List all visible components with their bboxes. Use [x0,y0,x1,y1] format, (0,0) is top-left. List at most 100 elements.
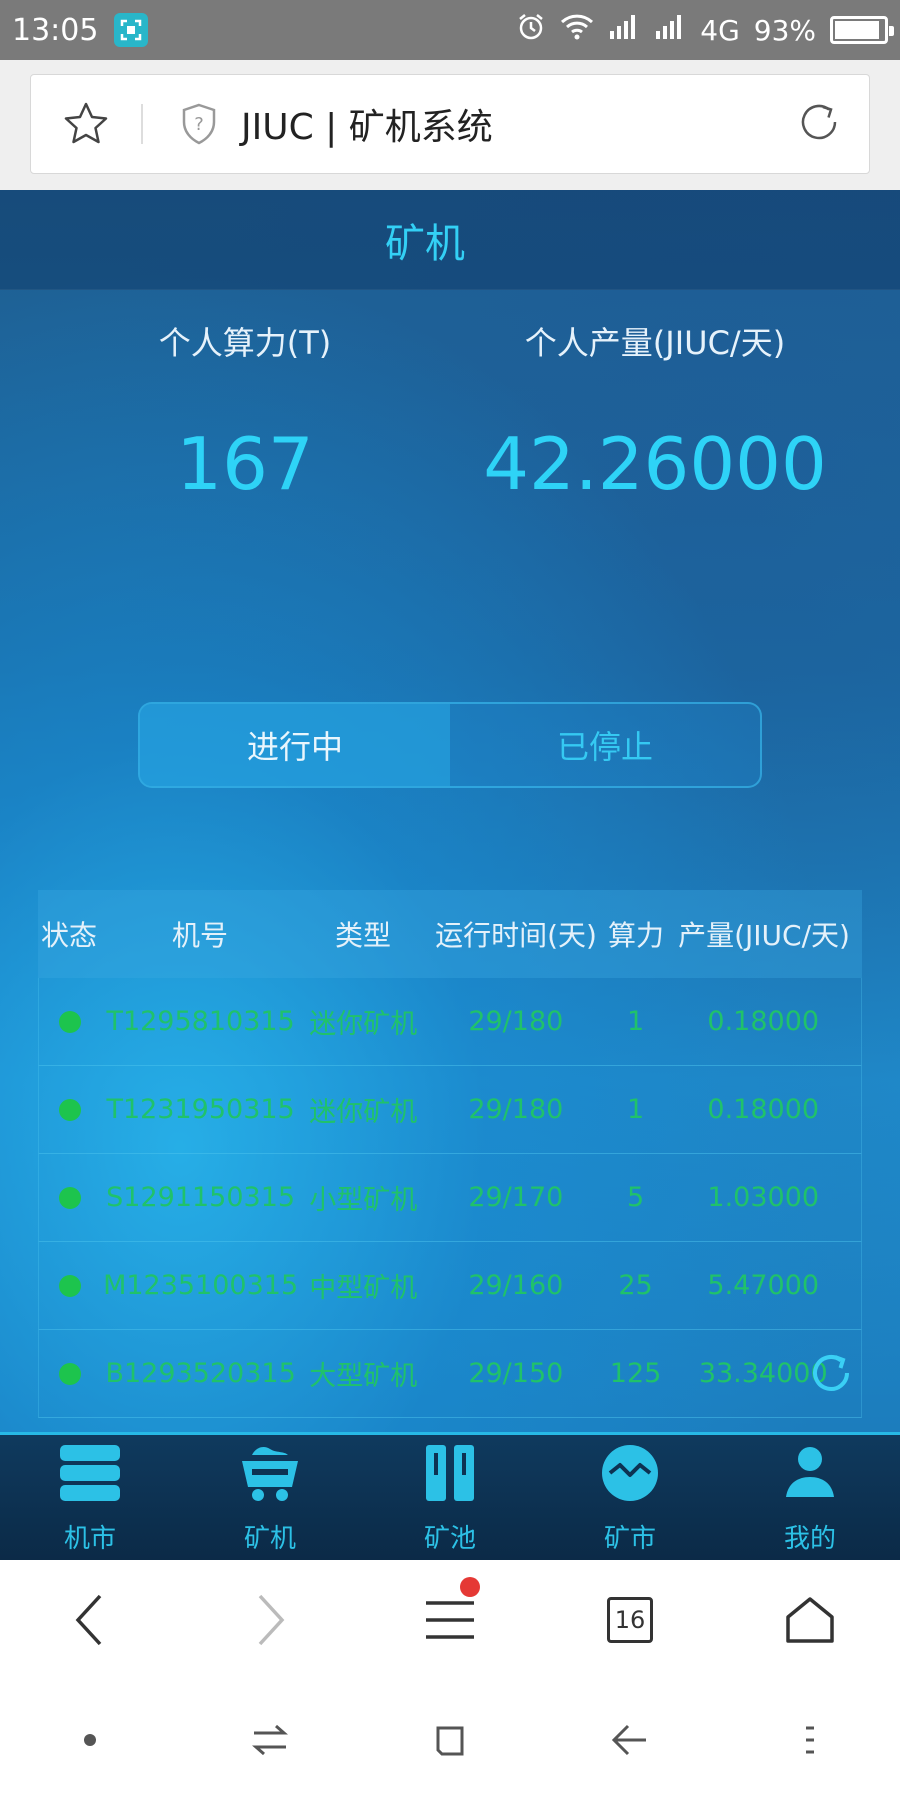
col-runtime: 运行时间(天) [435,919,597,952]
svg-text:?: ? [194,114,204,135]
cell-power: 1 [626,1006,645,1037]
scan-icon [114,13,149,47]
cell-runtime: 29/150 [468,1358,564,1389]
nav-label: 矿机 [243,1523,296,1554]
status-time: 13:05 [12,12,99,48]
tab-count: 16 [607,1597,653,1643]
page-title-url[interactable]: JIUC | 矿机系统 [241,98,493,150]
col-output: 产量(JIUC/天) [678,919,850,952]
cell-power: 25 [618,1270,653,1301]
notification-dot [460,1577,480,1597]
cell-output: 0.18000 [707,1006,820,1037]
nav-item-pool[interactable]: 矿池 [360,1435,540,1560]
more-vertical-icon [806,1726,814,1754]
pool-icon [418,1441,482,1512]
status-dot [58,1274,81,1297]
cell-id: M1235100315 [103,1270,299,1301]
hashrate-value: 167 [176,422,314,506]
nav-dot-button[interactable] [0,1732,180,1748]
signal-icon-2 [654,13,686,48]
table-row[interactable]: B1293520315 大型矿机 29/150 125 33.34000 [38,1330,862,1418]
cell-runtime: 29/160 [468,1270,564,1301]
cell-power: 5 [626,1182,645,1213]
system-nav-bar [0,1680,900,1800]
signal-icon [608,13,640,48]
status-dot [58,1186,81,1209]
table-header: 状态 机号 类型 运行时间(天) 算力 产量(JIUC/天) [38,890,862,978]
hashrate-label: 个人算力(T) [158,324,332,362]
refresh-icon[interactable] [808,1350,854,1396]
status-dot [58,1362,81,1385]
cell-power: 125 [609,1358,662,1389]
nav-label: 矿池 [423,1523,476,1554]
nav-label: 机市 [63,1523,116,1554]
table-row[interactable]: T1295810315 迷你矿机 29/180 1 0.18000 [38,978,862,1066]
chevron-left-icon [75,1594,102,1646]
back-arrow-icon [611,1724,646,1756]
table-row[interactable]: T1231950315 迷你矿机 29/180 1 0.18000 [38,1066,862,1154]
url-box[interactable]: ? JIUC | 矿机系统 [30,74,870,174]
cell-id: S1291150315 [106,1182,296,1213]
cell-type: 中型矿机 [309,1273,418,1304]
more-button[interactable] [720,1724,900,1756]
status-bar: 13:05 4G 93% [0,0,900,60]
system-back-button[interactable] [540,1722,720,1758]
cell-runtime: 29/170 [468,1182,564,1213]
forward-button[interactable] [180,1592,360,1648]
nav-item-market[interactable]: 机市 [0,1435,180,1560]
tabs-button[interactable]: 16 [540,1597,720,1643]
cell-power: 1 [626,1094,645,1125]
nav-item-miners[interactable]: 矿机 [180,1435,360,1560]
wifi-icon [560,13,594,48]
cell-output: 0.18000 [707,1094,820,1125]
nav-item-exchange[interactable]: 矿市 [540,1435,720,1560]
table-row[interactable]: S1291150315 小型矿机 29/170 5 1.03000 [38,1154,862,1242]
table-row[interactable]: M1235100315 中型矿机 29/160 25 5.47000 [38,1242,862,1330]
cell-output: 1.03000 [707,1182,820,1213]
menu-icon [426,1601,474,1639]
col-status: 状态 [40,919,97,952]
page-title: 矿机 [385,220,465,267]
user-icon [778,1441,842,1512]
network-type: 4G [700,13,740,47]
home-button[interactable] [720,1595,900,1645]
home-icon [786,1597,834,1643]
cell-type: 大型矿机 [309,1361,418,1392]
back-button[interactable] [0,1592,180,1648]
col-type: 类型 [334,919,391,952]
col-power: 算力 [607,919,664,952]
cell-runtime: 29/180 [468,1094,564,1125]
app-bottom-nav: 机市 矿机 矿池 矿市 我的 [0,1432,900,1560]
shield-question-icon[interactable]: ? [169,102,229,146]
col-id: 机号 [171,919,228,952]
tab-running[interactable]: 进行中 [140,704,450,786]
status-toggle: 进行中 已停止 [138,702,762,788]
nav-item-mine[interactable]: 我的 [720,1435,900,1560]
cell-id: B1293520315 [105,1358,296,1389]
status-dot [58,1010,81,1033]
market-icon [598,1441,662,1512]
swap-arrows-icon [252,1724,288,1756]
status-dot [58,1098,81,1121]
menu-button[interactable] [360,1577,540,1643]
alarm-icon [516,12,546,49]
browser-nav-bar: 16 [0,1560,900,1680]
app-page: 矿机 个人算力(T) 个人产量(JIUC/天) 167 42.26000 进行中… [0,190,900,1560]
battery-icon [830,16,894,44]
list-icon [58,1441,122,1512]
tab-stopped[interactable]: 已停止 [450,704,760,786]
cell-runtime: 29/180 [468,1006,564,1037]
output-value: 42.26000 [483,422,827,506]
browser-address-bar: ? JIUC | 矿机系统 [0,60,900,190]
cell-id: T1295810315 [106,1006,295,1037]
app-header: 矿机 [0,190,900,290]
switch-button[interactable] [180,1723,360,1757]
bookmark-star-icon[interactable] [31,100,141,148]
battery-percent: 93% [753,13,816,47]
cell-type: 迷你矿机 [309,1009,418,1040]
cell-type: 迷你矿机 [309,1097,418,1128]
recents-button[interactable] [360,1722,540,1758]
nav-label: 我的 [783,1523,836,1554]
reload-icon[interactable] [795,98,843,150]
miner-table: 状态 机号 类型 运行时间(天) 算力 产量(JIUC/天) T12958103… [38,890,862,1418]
